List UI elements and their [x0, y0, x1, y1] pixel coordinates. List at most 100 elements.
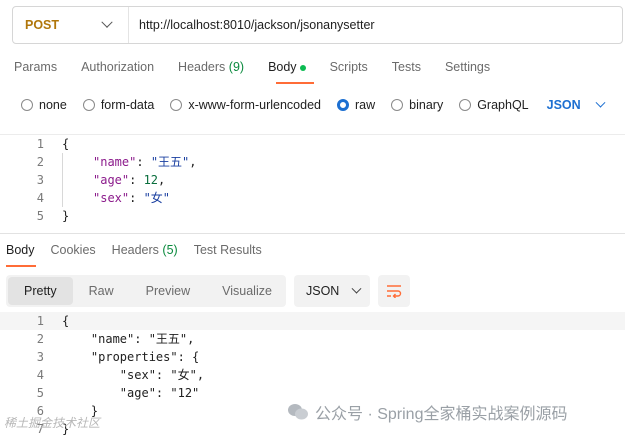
tab-headers[interactable]: Headers (9) — [178, 60, 244, 80]
radio-binary[interactable]: binary — [391, 98, 443, 112]
code-text: } — [62, 209, 70, 223]
tab-authorization[interactable]: Authorization — [81, 60, 154, 80]
editor-line: 5 } — [0, 207, 625, 225]
view-pretty-button[interactable]: Pretty — [8, 277, 73, 305]
line-number: 5 — [36, 386, 44, 400]
tab-label: Body — [268, 60, 297, 74]
tab-response-body[interactable]: Body — [6, 243, 35, 257]
tab-label: Params — [14, 60, 58, 74]
tab-label: Test Results — [193, 243, 262, 257]
chevron-down-icon — [351, 283, 362, 294]
radio-icon — [459, 99, 472, 111]
json-key: "age" — [93, 173, 130, 187]
tab-tests[interactable]: Tests — [392, 60, 421, 80]
line-number: 3 — [36, 350, 44, 364]
body-format-label: JSON — [546, 98, 581, 112]
line-number: 4 — [36, 368, 44, 382]
modified-dot-icon — [299, 64, 306, 71]
tab-count: (5) — [162, 243, 178, 257]
code-text: { — [62, 314, 70, 328]
watermark-text: 公众号 · Spring全家桶实战案例源码 — [315, 406, 568, 423]
chevron-down-icon — [595, 97, 606, 108]
json-value: "王五" — [150, 155, 190, 169]
code-text: "sex": "女" — [93, 191, 171, 205]
code-text: "properties": { — [62, 350, 200, 364]
code-text: "age": 12, — [93, 173, 166, 187]
tab-cookies[interactable]: Cookies — [51, 243, 96, 257]
radio-urlencoded[interactable]: x-www-form-urlencoded — [170, 98, 321, 112]
view-visualize-button[interactable]: Visualize — [206, 277, 288, 305]
line-number: 2 — [36, 155, 44, 169]
wrap-lines-icon — [387, 285, 402, 298]
request-body-editor[interactable]: 1 { 2 "name": "王五", 3 "age": 12, 4 "sex"… — [0, 134, 625, 230]
line-number: 3 — [36, 173, 44, 187]
panel-divider[interactable] — [0, 233, 625, 234]
punct: , — [189, 155, 197, 169]
tab-label: Body — [6, 243, 35, 257]
request-tabs: Params Authorization Headers (9) Body Sc… — [14, 60, 514, 80]
view-raw-button[interactable]: Raw — [73, 277, 130, 305]
editor-line: 2 "name": "王五", — [0, 330, 625, 348]
line-number: 2 — [36, 332, 44, 346]
editor-line: 2 "name": "王五", — [0, 153, 625, 171]
watermark: 公众号 · Spring全家桶实战案例源码 — [287, 400, 567, 424]
body-format-select[interactable]: JSON — [546, 97, 606, 112]
editor-line: 1{ — [0, 312, 625, 330]
radio-icon — [170, 99, 183, 111]
watermark-left: 稀土掘金技术社区 — [4, 416, 101, 430]
editor-line: 4 "sex": "女", — [0, 366, 625, 384]
editor-line: 1 { — [0, 135, 625, 153]
url-input[interactable]: http://localhost:8010/jackson/jsonanyset… — [129, 18, 375, 32]
active-tab-indicator — [276, 82, 314, 84]
tab-scripts[interactable]: Scripts — [330, 60, 368, 80]
json-key: "name" — [93, 155, 137, 169]
code-text: "name": "王五", — [62, 332, 195, 346]
radio-raw[interactable]: raw — [337, 98, 375, 112]
radio-selected-icon — [337, 99, 349, 111]
tab-label: Settings — [444, 60, 491, 74]
method-label: POST — [25, 18, 60, 32]
tab-test-results[interactable]: Test Results — [194, 243, 262, 257]
tab-label: Tests — [391, 60, 421, 74]
radio-label: GraphQL — [477, 98, 529, 112]
response-tabs: Body Cookies Headers (5) Test Results — [6, 243, 278, 257]
radio-label: none — [39, 98, 67, 112]
line-number: 1 — [36, 137, 44, 151]
response-format-label: JSON — [306, 284, 340, 298]
json-value: 12 — [143, 173, 159, 187]
json-value: "女" — [143, 191, 171, 205]
radio-label: binary — [409, 98, 444, 112]
editor-line: 4 "sex": "女" — [0, 189, 625, 207]
line-number: 5 — [36, 209, 44, 223]
tab-label: Cookies — [50, 243, 96, 257]
tab-response-headers[interactable]: Headers (5) — [112, 243, 178, 257]
tab-count: (9) — [228, 60, 245, 74]
tab-params[interactable]: Params — [14, 60, 57, 80]
method-select[interactable]: POST — [13, 7, 129, 43]
tab-label: Headers — [178, 60, 226, 74]
code-text: "age": "12" — [62, 386, 200, 400]
editor-line: 3 "properties": { — [0, 348, 625, 366]
code-text: { — [62, 137, 70, 151]
radio-graphql[interactable]: GraphQL — [459, 98, 529, 112]
tab-body[interactable]: Body — [268, 60, 306, 80]
radio-icon — [391, 99, 404, 111]
radio-none[interactable]: none — [21, 98, 67, 112]
json-key: "sex" — [93, 191, 130, 205]
editor-line: 3 "age": 12, — [0, 171, 625, 189]
wrap-lines-button[interactable] — [378, 275, 410, 307]
view-mode-bar: Pretty Raw Preview Visualize — [6, 275, 286, 307]
radio-form-data[interactable]: form-data — [82, 98, 154, 112]
radio-label: raw — [355, 98, 376, 112]
radio-icon — [21, 99, 33, 111]
punct: , — [158, 173, 166, 187]
view-preview-button[interactable]: Preview — [130, 277, 206, 305]
request-url-bar: POST http://localhost:8010/jackson/jsona… — [12, 6, 623, 44]
radio-label: x-www-form-urlencoded — [188, 98, 321, 112]
tab-label: Scripts — [329, 60, 368, 74]
wechat-icon — [288, 404, 308, 420]
radio-icon — [82, 99, 95, 111]
tab-settings[interactable]: Settings — [445, 60, 490, 80]
response-format-select[interactable]: JSON — [294, 275, 370, 307]
body-type-radios: none form-data x-www-form-urlencoded raw… — [21, 96, 606, 114]
